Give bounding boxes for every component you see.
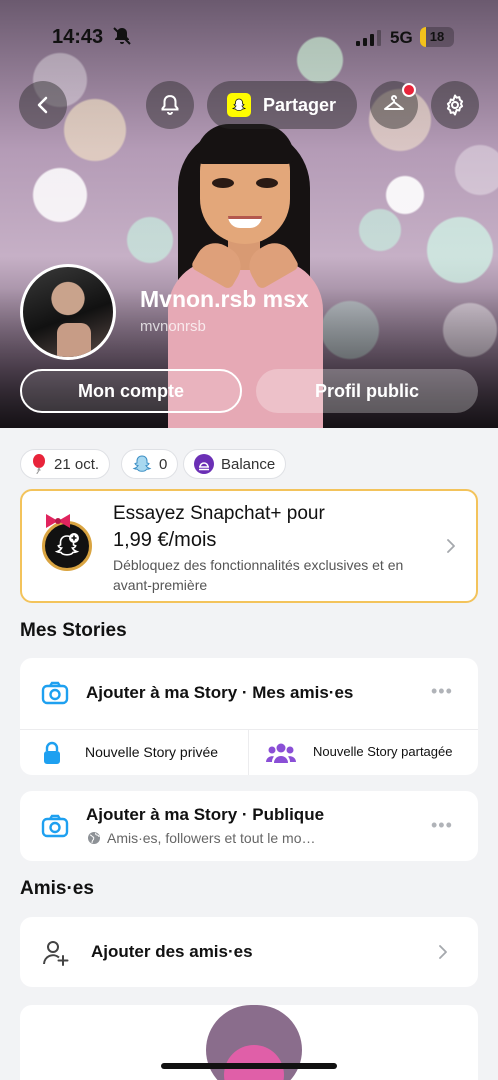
add-friends-row[interactable]: Ajouter des amis·es: [20, 917, 478, 987]
share-button[interactable]: Partager: [207, 81, 357, 129]
battery-icon: 18: [420, 27, 454, 47]
public-story-subtitle: Amis·es, followers et tout le mo…: [107, 830, 316, 846]
my-story-card: Ajouter à ma Story · Mes amis·es ••• Nou…: [20, 658, 478, 775]
group-icon: [266, 742, 296, 769]
notification-dot: [402, 83, 416, 97]
snapchat-plus-title-line1: Essayez Snapchat+ pour: [113, 503, 325, 524]
balance-chip[interactable]: Balance: [183, 449, 287, 479]
notifications-button[interactable]: [146, 81, 194, 129]
chevron-right-icon: [436, 945, 450, 959]
snapchat-plus-price: 1,99 €/mois: [113, 529, 217, 551]
camera-icon: [41, 681, 69, 710]
display-name: Mvnon.rsb msx: [140, 286, 309, 312]
bell-slash-icon: [112, 26, 132, 46]
add-public-story-label: Ajouter à ma Story · Publique: [86, 805, 325, 824]
back-button[interactable]: [19, 81, 67, 129]
balance-label: Balance: [221, 455, 276, 473]
battery-level: 18: [429, 29, 445, 44]
snapchat-plus-subtitle: Débloquez des fonctionnalités exclusives…: [113, 557, 404, 593]
username: mvnonrsb: [140, 318, 206, 335]
status-bar: 14:43 5G 18: [0, 0, 498, 70]
new-shared-story-label: Nouvelle Story partagée: [313, 744, 453, 759]
birthday-chip[interactable]: 21 oct.: [20, 449, 111, 479]
ghost-icon: [132, 454, 152, 474]
camera-icon: [41, 814, 69, 843]
snapchat-plus-title: Essayez Snapchat+ pour 1,99 €/mois: [113, 501, 325, 553]
globe-icon: [87, 831, 101, 850]
share-label: Partager: [263, 94, 337, 115]
add-friends-story-label: Ajouter à ma Story · Mes amis·es: [86, 683, 354, 702]
snapscore-chip[interactable]: 0: [121, 449, 179, 479]
new-private-story-button[interactable]: Nouvelle Story privée: [20, 730, 248, 775]
network-type: 5G: [390, 28, 413, 47]
back-icon: [37, 96, 48, 114]
bell-icon: [161, 94, 179, 115]
settings-button[interactable]: [431, 81, 479, 129]
snapcode-icon: [227, 93, 251, 117]
stories-section-title: Mes Stories: [20, 620, 127, 641]
snapchat-plus-badge-icon: [42, 514, 92, 571]
birthday-value: 21 oct.: [54, 455, 100, 473]
hanger-icon: [384, 95, 404, 110]
public-story-card[interactable]: Ajouter à ma Story · Publique Amis·es, f…: [20, 791, 478, 861]
my-account-button[interactable]: Mon compte: [20, 369, 242, 413]
chevron-right-icon: [444, 539, 458, 553]
balance-icon: [194, 454, 214, 474]
lock-icon: [43, 741, 61, 770]
balloon-icon: [31, 454, 47, 474]
more-icon[interactable]: •••: [431, 681, 453, 702]
add-friend-icon: [42, 939, 70, 972]
more-icon[interactable]: •••: [431, 815, 453, 836]
gear-icon: [446, 94, 464, 116]
profile-photo[interactable]: [20, 264, 116, 360]
add-friends-story-row[interactable]: Ajouter à ma Story · Mes amis·es •••: [20, 658, 478, 728]
add-friends-label: Ajouter des amis·es: [91, 942, 253, 961]
signal-icon: [356, 30, 382, 46]
new-shared-story-button[interactable]: Nouvelle Story partagée: [249, 730, 478, 775]
public-profile-button[interactable]: Profil public: [256, 369, 478, 413]
home-indicator[interactable]: [161, 1063, 337, 1069]
status-time: 14:43: [52, 26, 104, 48]
snapchat-plus-card[interactable]: Essayez Snapchat+ pour 1,99 €/mois Déblo…: [20, 489, 478, 603]
new-private-story-label: Nouvelle Story privée: [85, 744, 219, 760]
friends-section-title: Amis·es: [20, 878, 94, 899]
snapscore-value: 0: [159, 455, 168, 473]
